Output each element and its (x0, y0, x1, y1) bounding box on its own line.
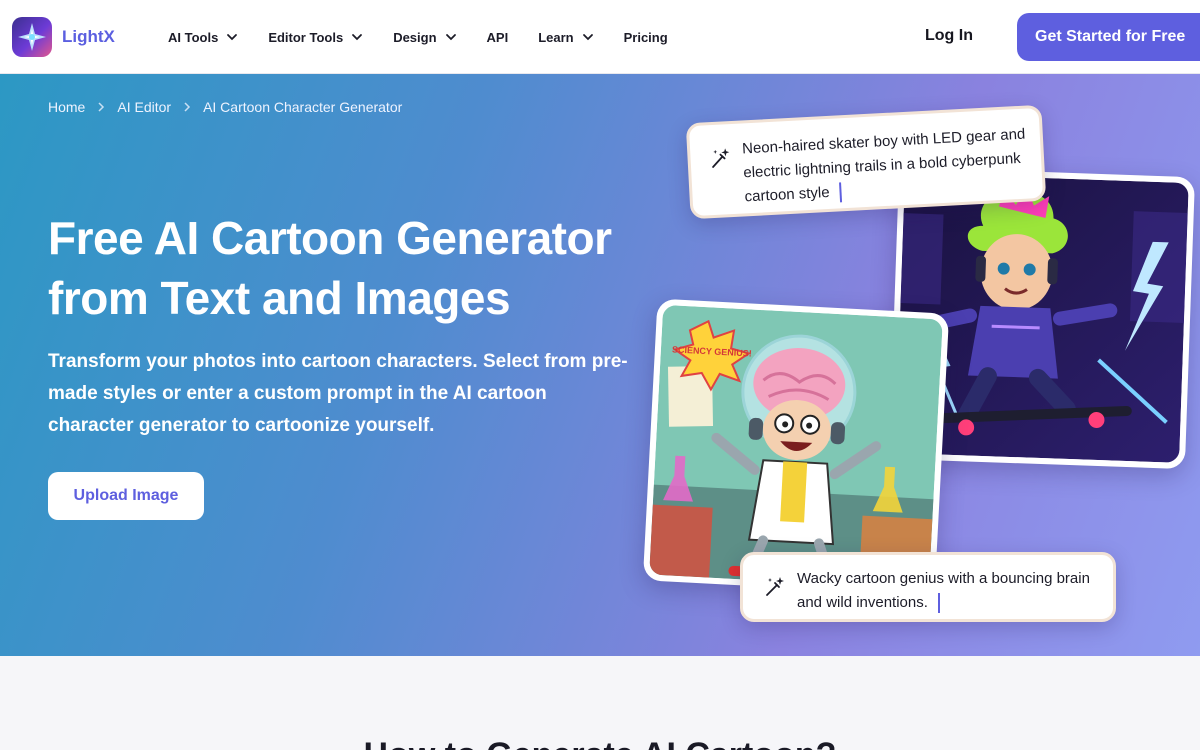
nav-label: Editor Tools (268, 29, 344, 45)
genius-example-image: SCIENCY GENIUS! (642, 298, 950, 596)
nav-learn[interactable]: Learn (538, 30, 593, 45)
chevron-right-icon (184, 102, 191, 112)
nav-label: API (486, 29, 509, 45)
nav-label: Learn (538, 29, 574, 45)
section-title: How to Generate AI Cartoon? (0, 736, 1200, 750)
breadcrumb-current: AI Cartoon Character Generator (203, 99, 403, 115)
logo[interactable]: LightX (12, 17, 115, 57)
nav-ai-tools[interactable]: AI Tools (168, 30, 238, 45)
text-caret (937, 593, 940, 614)
magic-wand-icon (712, 148, 730, 168)
lightx-logo-icon (12, 17, 52, 57)
get-started-button[interactable]: Get Started for Free (1017, 13, 1200, 61)
genius-prompt-text: Wacky cartoon genius with a bouncing bra… (797, 567, 1099, 615)
breadcrumb: Home AI Editor AI Cartoon Character Gene… (48, 99, 402, 115)
skater-prompt-card: Neon-haired skater boy with LED gear and… (685, 104, 1047, 220)
chevron-down-icon (352, 34, 363, 41)
text-caret (839, 182, 843, 203)
site-header: LightX AI Tools Editor Tools Design API … (0, 0, 1200, 74)
hero-subtitle: Transform your photos into cartoon chara… (48, 351, 628, 436)
upload-image-button[interactable]: Upload Image (48, 472, 204, 520)
nav-label: AI Tools (168, 29, 219, 45)
nav-label: Pricing (623, 29, 668, 45)
genius-prompt-card: Wacky cartoon genius with a bouncing bra… (740, 552, 1116, 622)
nav-pricing[interactable]: Pricing (624, 30, 668, 45)
page-title-line-2: from Text and Images (48, 272, 511, 324)
chevron-down-icon (227, 34, 238, 41)
login-link[interactable]: Log In (925, 27, 973, 45)
skater-prompt-text: Neon-haired skater boy with LED gear and… (742, 123, 1029, 210)
genius-prompt-content: Wacky cartoon genius with a bouncing bra… (797, 570, 1090, 611)
breadcrumb-ai-editor[interactable]: AI Editor (117, 99, 171, 115)
chevron-down-icon (582, 34, 593, 41)
nav-api[interactable]: API (487, 30, 509, 45)
chevron-down-icon (445, 34, 456, 41)
skater-prompt-content: Neon-haired skater boy with LED gear and… (741, 125, 1026, 206)
page-title: Free AI Cartoon Generator from Text and … (48, 208, 668, 328)
nav-design[interactable]: Design (393, 30, 456, 45)
nav-label: Design (393, 29, 437, 45)
brand-name: LightX (62, 27, 115, 46)
magic-wand-icon (766, 577, 784, 596)
nav-editor-tools[interactable]: Editor Tools (268, 30, 363, 45)
chevron-right-icon (98, 102, 105, 112)
breadcrumb-home[interactable]: Home (48, 99, 85, 115)
genius-illustration: SCIENCY GENIUS! (649, 304, 943, 590)
main-nav: AI Tools Editor Tools Design API Learn P… (168, 0, 698, 74)
hero-section: Home AI Editor AI Cartoon Character Gene… (0, 74, 1200, 656)
page-title-line-1: Free AI Cartoon Generator (48, 212, 612, 264)
